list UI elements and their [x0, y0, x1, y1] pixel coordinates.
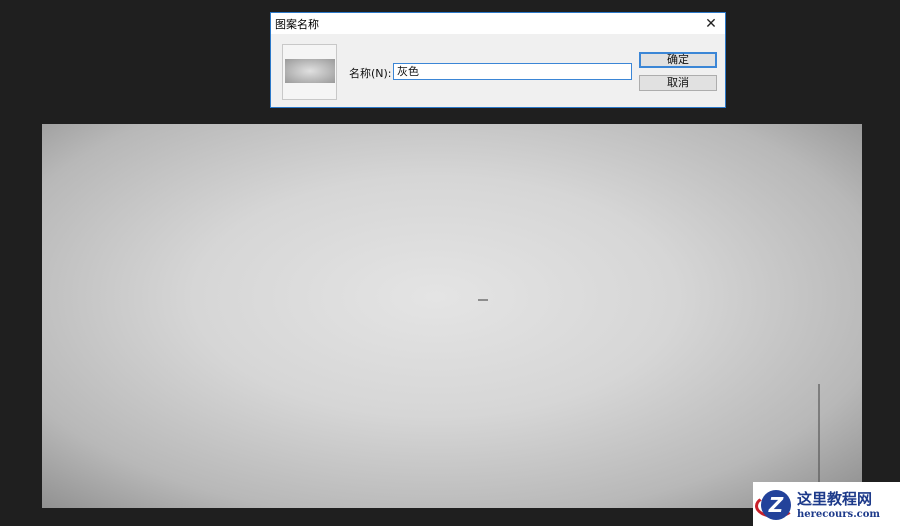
pattern-name-dialog: 图案名称 ✕ 名称(N): 灰色 确定 取消: [270, 12, 726, 108]
pattern-canvas-image: [42, 124, 862, 508]
ok-button[interactable]: 确定: [639, 52, 717, 68]
pattern-name-input[interactable]: 灰色: [393, 63, 632, 80]
wall-mark: [478, 299, 488, 301]
cancel-button[interactable]: 取消: [639, 75, 717, 91]
watermark-logo-icon: Z: [753, 484, 797, 524]
dialog-title: 图案名称: [275, 17, 319, 31]
watermark-title: 这里教程网: [797, 490, 873, 508]
pattern-preview-thumbnail: [282, 44, 337, 100]
wall-crack: [818, 384, 820, 484]
watermark: Z 这里教程网 herecours.com: [753, 482, 900, 526]
close-icon[interactable]: ✕: [697, 16, 725, 32]
watermark-url: herecours.com: [797, 509, 881, 520]
dialog-titlebar: 图案名称 ✕: [271, 13, 725, 34]
name-label: 名称(N):: [349, 67, 392, 80]
